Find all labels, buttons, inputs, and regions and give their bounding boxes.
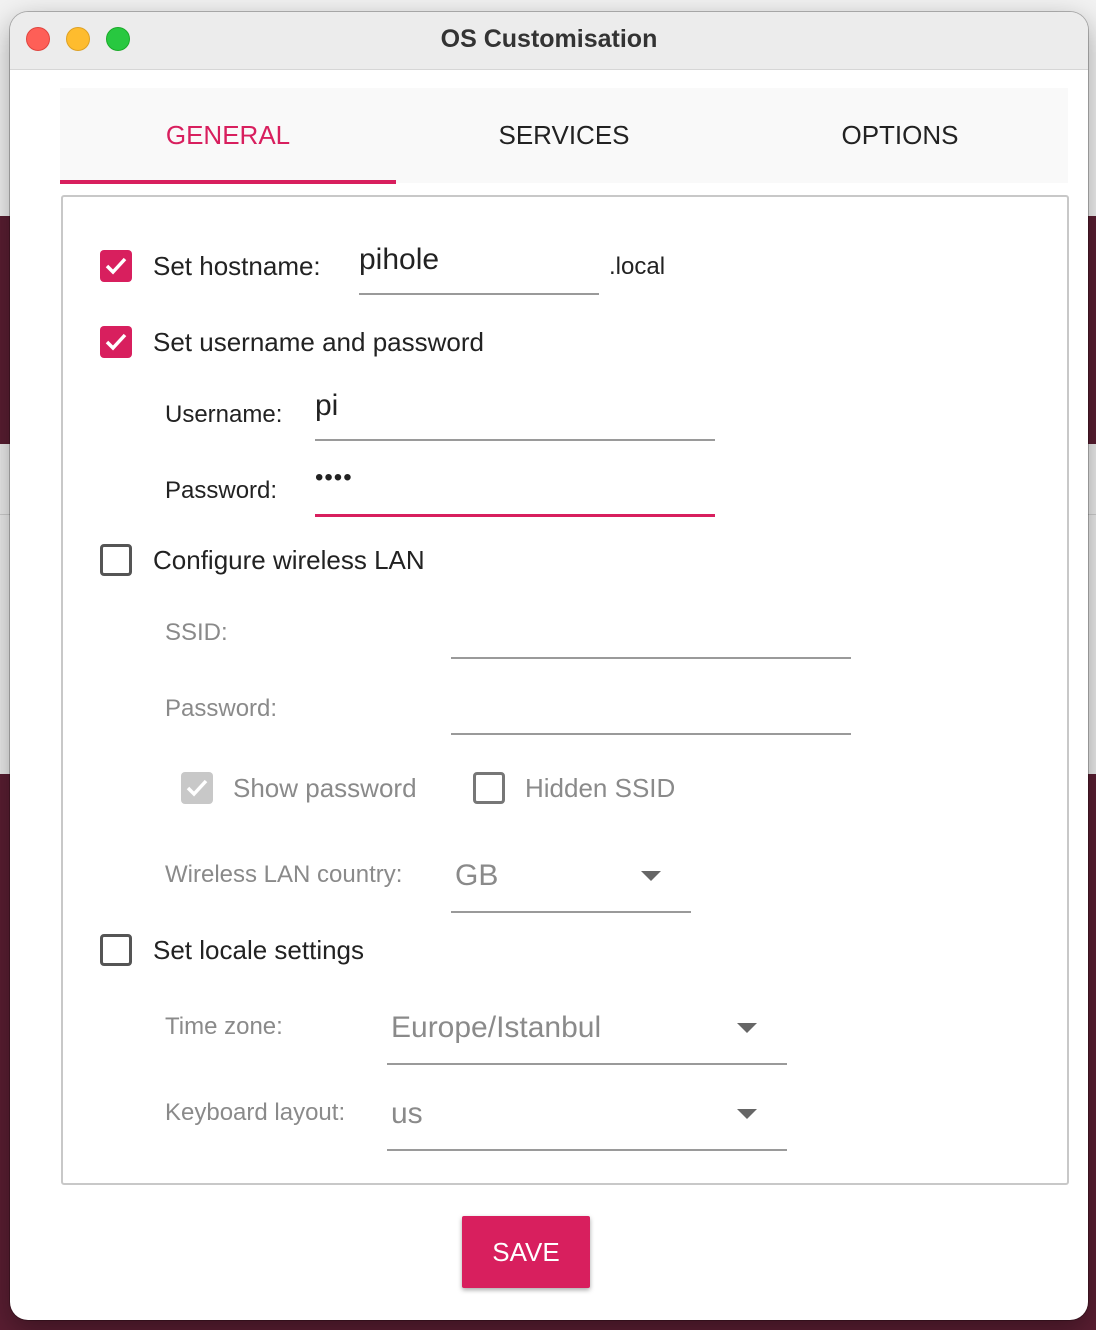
hostname-value: pihole	[359, 243, 440, 276]
chevron-down-icon	[641, 871, 661, 881]
password-label: Password:	[165, 477, 278, 504]
set-hostname-label: Set hostname:	[153, 251, 321, 281]
hostname-suffix: .local	[609, 253, 666, 280]
show-password-label: Show password	[233, 773, 417, 803]
tab-bar: GENERAL SERVICES OPTIONS	[60, 88, 1068, 184]
time-zone-label: Time zone:	[165, 1013, 283, 1040]
wifi-password-input[interactable]	[451, 677, 851, 735]
tab-options[interactable]: OPTIONS	[732, 88, 1068, 183]
password-input[interactable]: ••••	[315, 459, 715, 517]
save-button[interactable]: SAVE	[462, 1216, 590, 1288]
hostname-input[interactable]: pihole	[359, 237, 599, 295]
configure-wireless-lan-checkbox[interactable]	[100, 544, 132, 576]
chevron-down-icon	[737, 1023, 757, 1033]
hidden-ssid-checkbox[interactable]	[473, 772, 505, 804]
checkmark-icon	[186, 779, 208, 797]
show-password-checkbox[interactable]	[181, 772, 213, 804]
tab-general[interactable]: GENERAL	[60, 88, 396, 184]
keyboard-layout-label: Keyboard layout:	[165, 1099, 346, 1126]
username-label: Username:	[165, 401, 283, 428]
keyboard-layout-select[interactable]: us	[387, 1075, 787, 1151]
set-username-password-label: Set username and password	[153, 327, 484, 357]
configure-wireless-lan-label: Configure wireless LAN	[153, 545, 425, 575]
ssid-input[interactable]	[451, 601, 851, 659]
wireless-lan-country-value: GB	[455, 859, 499, 892]
set-hostname-checkbox[interactable]	[100, 250, 132, 282]
os-customisation-dialog: OS Customisation GENERAL SERVICES OPTION…	[10, 12, 1088, 1320]
wifi-password-label: Password:	[165, 695, 278, 722]
checkmark-icon	[105, 257, 127, 275]
time-zone-value: Europe/Istanbul	[391, 1011, 602, 1044]
title-bar: OS Customisation	[10, 12, 1088, 70]
time-zone-select[interactable]: Europe/Istanbul	[387, 989, 787, 1065]
wireless-lan-country-select[interactable]: GB	[451, 837, 691, 913]
general-panel: Set hostname: pihole .local Set username…	[61, 195, 1069, 1185]
wireless-lan-country-label: Wireless LAN country:	[165, 861, 403, 888]
set-locale-settings-label: Set locale settings	[153, 935, 365, 965]
password-value: ••••	[315, 464, 353, 491]
set-username-password-checkbox[interactable]	[100, 326, 132, 358]
checkmark-icon	[105, 333, 127, 351]
set-locale-settings-checkbox[interactable]	[100, 934, 132, 966]
username-input[interactable]: pi	[315, 383, 715, 441]
keyboard-layout-value: us	[391, 1097, 423, 1130]
hidden-ssid-label: Hidden SSID	[525, 773, 676, 803]
ssid-label: SSID:	[165, 619, 228, 646]
window-title: OS Customisation	[440, 25, 658, 53]
username-value: pi	[315, 389, 339, 422]
tab-services[interactable]: SERVICES	[396, 88, 732, 183]
chevron-down-icon	[737, 1109, 757, 1119]
